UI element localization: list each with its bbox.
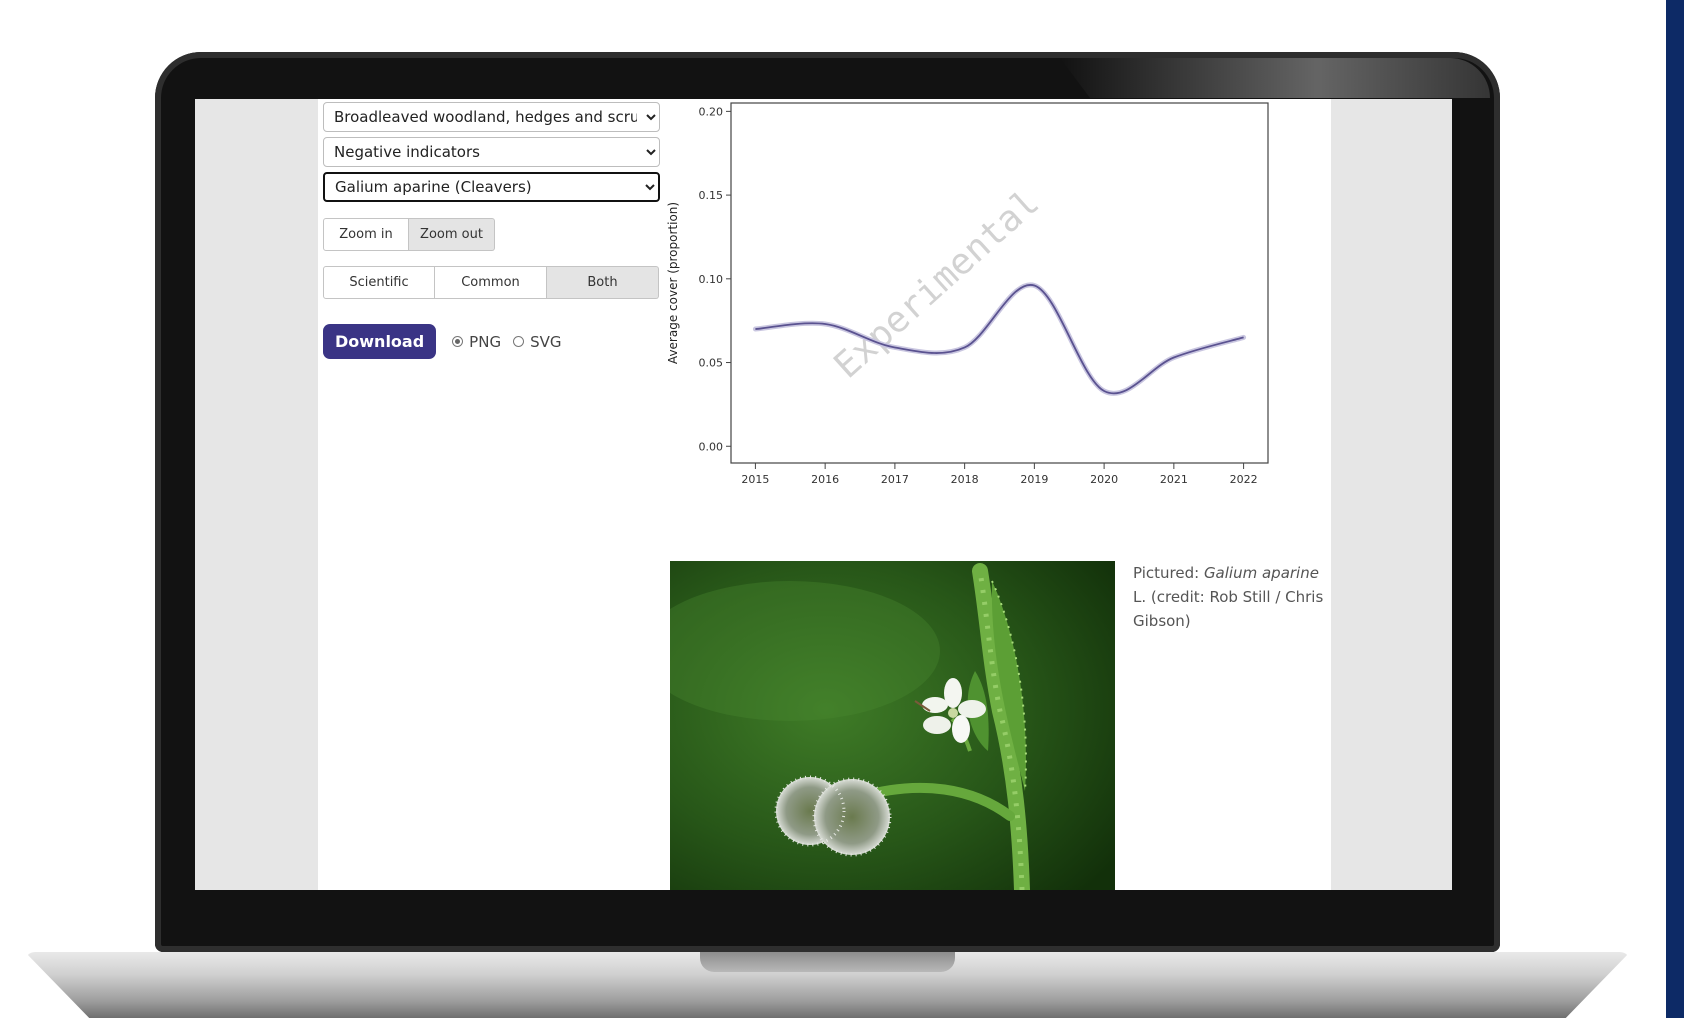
photo-caption: Pictured: Galium aparine L. (credit: Rob…	[1133, 561, 1328, 633]
y-tick-label: 0.05	[699, 357, 724, 370]
series-confidence-band	[752, 282, 1247, 396]
watermark-text: Experimental	[826, 182, 1047, 387]
laptop-screen: Broadleaved woodland, hedges and scrub N…	[195, 99, 1452, 890]
caption-species: Galium aparine	[1203, 564, 1319, 582]
series-line	[755, 284, 1244, 395]
name-display-button-group: Scientific Common Both	[323, 266, 661, 299]
indicator-select[interactable]: Negative indicators	[323, 137, 660, 167]
y-tick-label: 0.15	[699, 189, 724, 202]
x-tick-label: 2016	[811, 473, 839, 486]
zoom-in-button[interactable]: Zoom in	[323, 218, 409, 251]
side-accent-bar	[1666, 0, 1684, 1018]
controls-panel: Broadleaved woodland, hedges and scrub N…	[323, 102, 661, 359]
x-tick-label: 2018	[951, 473, 979, 486]
cleavers-illustration	[670, 561, 1115, 890]
svg-radio-label: SVG	[530, 332, 562, 351]
both-names-button[interactable]: Both	[547, 266, 659, 299]
bezel-sheen	[1060, 58, 1490, 98]
download-button[interactable]: Download	[323, 324, 437, 359]
png-radio[interactable]: PNG	[452, 333, 501, 351]
y-tick-label: 0.00	[699, 440, 724, 453]
png-radio-label: PNG	[469, 332, 502, 351]
x-tick-label: 2019	[1020, 473, 1048, 486]
caption-prefix: Pictured:	[1133, 564, 1204, 582]
x-tick-label: 2020	[1090, 473, 1118, 486]
scientific-name-button[interactable]: Scientific	[323, 266, 435, 299]
habitat-select[interactable]: Broadleaved woodland, hedges and scrub	[323, 102, 660, 132]
y-tick-label: 0.20	[699, 105, 724, 118]
zoom-out-button[interactable]: Zoom out	[409, 218, 495, 251]
svg-radio[interactable]: SVG	[513, 333, 561, 351]
x-tick-label: 2015	[741, 473, 769, 486]
x-tick-label: 2021	[1160, 473, 1188, 486]
common-name-button[interactable]: Common	[435, 266, 547, 299]
cover-trend-chart: Experimental 0.00 0.05 0.10 0.15 0.20 2015 2016…	[666, 102, 1269, 486]
species-photo	[670, 561, 1115, 890]
download-row: Download PNG SVG	[323, 324, 661, 359]
plot-frame	[730, 102, 1269, 464]
y-axis-label: Average cover (proportion)	[666, 202, 680, 364]
caption-suffix: L. (credit: Rob Still / Chris Gibson)	[1133, 588, 1324, 630]
x-tick-label: 2017	[881, 473, 909, 486]
y-tick-label: 0.10	[699, 273, 724, 286]
web-page: Broadleaved woodland, hedges and scrub N…	[318, 99, 1331, 890]
zoom-button-group: Zoom in Zoom out	[323, 218, 661, 251]
species-select[interactable]: Galium aparine (Cleavers)	[323, 172, 660, 202]
png-radio-dot[interactable]	[452, 336, 464, 347]
laptop-notch	[700, 952, 955, 972]
svg-radio-dot[interactable]	[513, 336, 525, 347]
x-tick-label: 2022	[1230, 473, 1258, 486]
